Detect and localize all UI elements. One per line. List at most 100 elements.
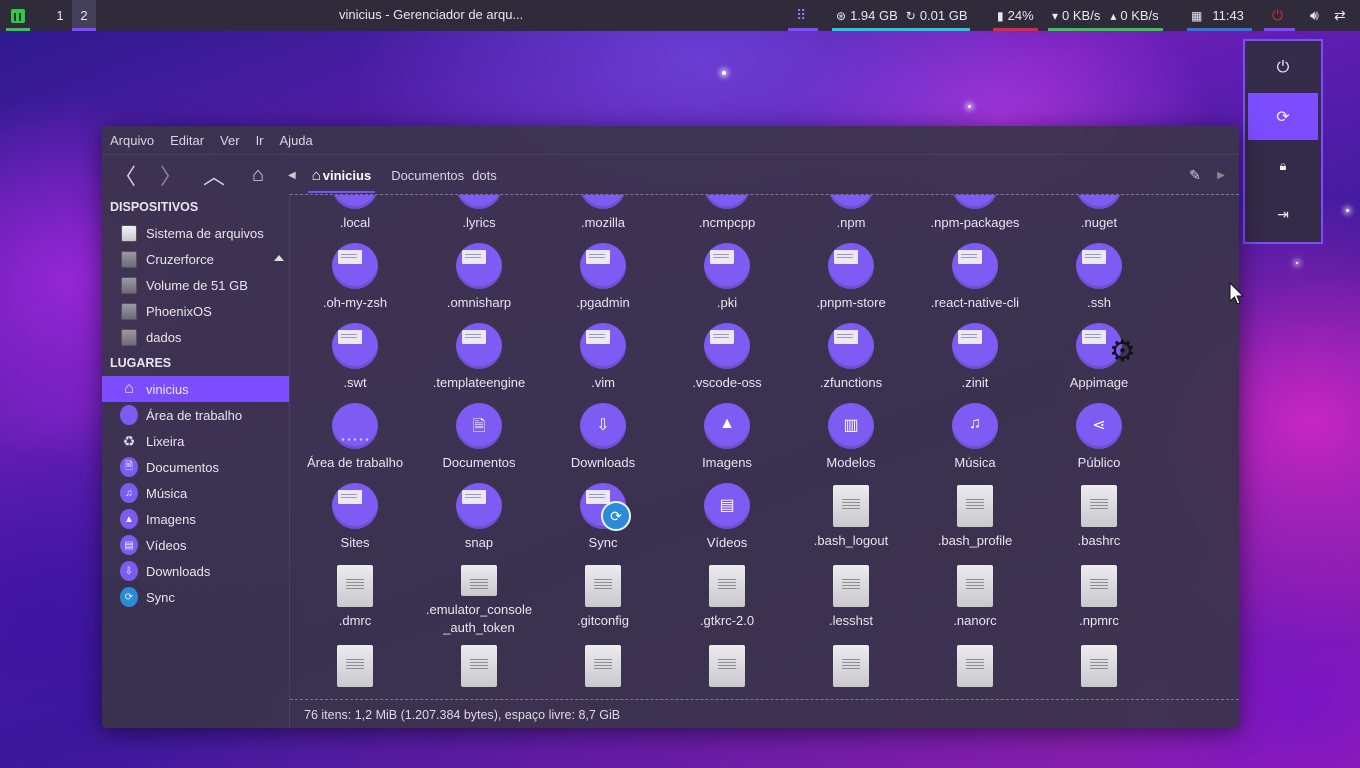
file-item[interactable]: .local (293, 195, 417, 237)
file-item[interactable]: .gtkrc-2.0 (665, 557, 789, 637)
file-item[interactable]: ⋖ Público (1037, 397, 1161, 477)
file-item[interactable]: .zfunctions (789, 317, 913, 397)
up-button[interactable]: ︿ (197, 159, 231, 191)
file-item[interactable]: ▥ Modelos (789, 397, 913, 477)
forward-button[interactable]: 〉 (154, 159, 188, 191)
file-item[interactable]: .swt (293, 317, 417, 397)
shutdown-button[interactable]: ⏻ (1248, 44, 1318, 91)
menu-arquivo[interactable]: Arquivo (110, 133, 162, 148)
file-item[interactable]: ♫ Música (913, 397, 1037, 477)
sidebar-item-music[interactable]: ♫ Música (102, 480, 289, 506)
file-item[interactable]: Área de trabalho (293, 397, 417, 477)
file-item[interactable]: .mozilla (541, 195, 665, 237)
file-item[interactable]: .nuget (1037, 195, 1161, 237)
net-down-value: 0 KB/s (1062, 8, 1101, 23)
file-item[interactable]: .templateengine (417, 317, 541, 397)
file-item[interactable]: .oh-my-zsh (293, 237, 417, 317)
home-button[interactable]: ⌂ (241, 159, 275, 191)
file-item[interactable]: ⇩ Downloads (541, 397, 665, 477)
sidebar-item-volume[interactable]: Volume de 51 GB (102, 272, 289, 298)
breadcrumb-home[interactable]: ⌂ vinicius (306, 155, 377, 195)
file-item[interactable]: .vim (541, 317, 665, 397)
file-item[interactable] (541, 637, 665, 699)
file-item[interactable]: .ncmpcpp (665, 195, 789, 237)
folder-icon (456, 483, 502, 529)
file-item[interactable] (1037, 637, 1161, 699)
file-item[interactable] (417, 637, 541, 699)
file-item[interactable]: Sites (293, 477, 417, 557)
power-button[interactable]: ⏻ (1264, 0, 1296, 31)
file-item[interactable]: .gitconfig (541, 557, 665, 637)
lock-button[interactable]: 🔒︎ (1248, 142, 1318, 189)
back-button[interactable]: 〈 (108, 159, 142, 191)
breadcrumb-scroll-right[interactable]: ▶ (1204, 159, 1238, 191)
file-item[interactable]: .omnisharp (417, 237, 541, 317)
sidebar-item-sync[interactable]: ⟳ Sync (102, 584, 289, 610)
file-item[interactable] (913, 637, 1037, 699)
text-file-icon (833, 645, 869, 687)
file-item[interactable]: .pki (665, 237, 789, 317)
workspace-2-button[interactable]: 2 (72, 0, 96, 31)
file-item[interactable]: .bashrc (1037, 477, 1161, 557)
file-item[interactable] (293, 637, 417, 699)
sidebar-item-trash[interactable]: ♻ Lixeira (102, 428, 289, 454)
file-item[interactable]: .dmrc (293, 557, 417, 637)
sidebar-item-downloads[interactable]: ⇩ Downloads (102, 558, 289, 584)
home-icon: ⌂ (311, 166, 321, 184)
file-item[interactable]: ⚙ Appimage (1037, 317, 1161, 397)
file-item[interactable]: .lyrics (417, 195, 541, 237)
network-widget[interactable]: ▾ 0 KB/s ▴ 0 KB/s (1048, 0, 1163, 31)
file-item[interactable]: .react-native-cli (913, 237, 1037, 317)
sidebar-item-dados[interactable]: dados (102, 324, 289, 350)
sidebar-item-home[interactable]: ⌂ vinicius (102, 376, 289, 402)
file-item[interactable]: .pgadmin (541, 237, 665, 317)
file-item[interactable]: .pnpm-store (789, 237, 913, 317)
menu-ajuda[interactable]: Ajuda (280, 133, 321, 148)
logout-button[interactable]: ⇥ (1248, 191, 1318, 238)
sidebar-item-label: PhoenixOS (146, 303, 212, 319)
file-item[interactable]: ▤ Vídeos (665, 477, 789, 557)
sidebar-item-documents[interactable]: 🗎 Documentos (102, 454, 289, 480)
menu-ver[interactable]: Ver (220, 133, 248, 148)
breadcrumb-dots[interactable]: dots (466, 155, 503, 195)
breadcrumb-scroll-left-icon[interactable]: ◀ (288, 170, 306, 181)
eject-icon[interactable] (274, 255, 284, 261)
file-item[interactable]: .npmrc (1037, 557, 1161, 637)
file-item[interactable]: ▲ Imagens (665, 397, 789, 477)
file-item[interactable] (665, 637, 789, 699)
file-item[interactable]: .npm-packages (913, 195, 1037, 237)
breadcrumb-documentos[interactable]: Documentos (385, 155, 466, 195)
menu-ir[interactable]: Ir (256, 133, 272, 148)
file-item[interactable]: .bash_profile (913, 477, 1037, 557)
sidebar-heading-places: LUGARES (110, 356, 172, 370)
app-menu-button[interactable] (0, 0, 36, 31)
file-item[interactable] (789, 637, 913, 699)
clock-widget[interactable]: ▦ 11:43 (1187, 0, 1252, 31)
file-item[interactable]: .bash_logout (789, 477, 913, 557)
reboot-button[interactable]: ⟳ (1248, 93, 1318, 140)
sidebar-item-phoenixos[interactable]: PhoenixOS (102, 298, 289, 324)
sidebar-item-cruzerforce[interactable]: Cruzerforce (102, 246, 289, 272)
menu-editar[interactable]: Editar (170, 133, 212, 148)
file-item[interactable]: .vscode-oss (665, 317, 789, 397)
file-item[interactable]: .npm (789, 195, 913, 237)
file-view[interactable]: .local .lyrics .mozilla .ncmpcpp .npm .npm-pa… (290, 194, 1239, 700)
memory-widget[interactable]: ⊛ 1.94 GB ↻ 0.01 GB (832, 0, 970, 31)
file-item[interactable]: .lesshst (789, 557, 913, 637)
apps-grid-button[interactable]: ⠿ (788, 0, 819, 31)
file-item[interactable]: snap (417, 477, 541, 557)
file-item[interactable]: .emulator_console _auth_token (417, 557, 541, 637)
battery-widget[interactable]: ▮ 24% (993, 0, 1038, 31)
workspace-1-button[interactable]: 1 (48, 0, 72, 31)
network-manager-button[interactable]: ⇄ (1334, 0, 1346, 31)
sidebar-item-pictures[interactable]: ▲ Imagens (102, 506, 289, 532)
sidebar-item-desktop[interactable]: Área de trabalho (102, 402, 289, 428)
file-item[interactable]: .nanorc (913, 557, 1037, 637)
file-item[interactable]: ⟳ Sync (541, 477, 665, 557)
sidebar-item-videos[interactable]: ▤ Vídeos (102, 532, 289, 558)
volume-button[interactable]: 🔊︎ (1310, 0, 1319, 31)
file-item[interactable]: 🗎 Documentos (417, 397, 541, 477)
file-item[interactable]: .zinit (913, 317, 1037, 397)
sidebar-item-filesystem[interactable]: Sistema de arquivos (102, 220, 289, 246)
file-item[interactable]: .ssh (1037, 237, 1161, 317)
